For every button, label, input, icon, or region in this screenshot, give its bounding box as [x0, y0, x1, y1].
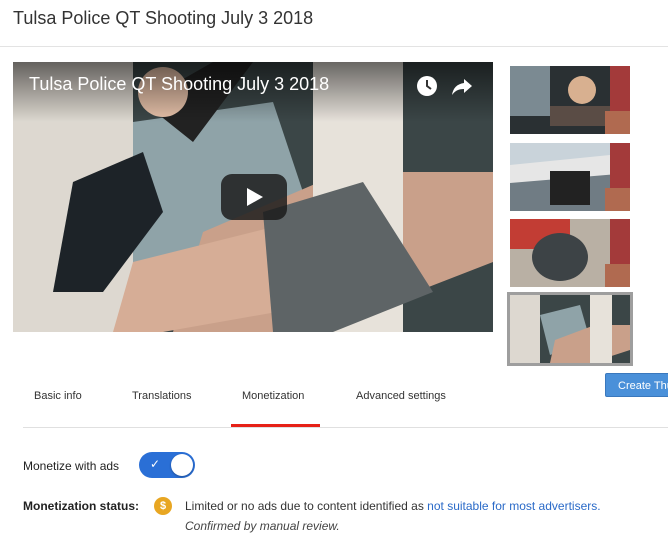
thumbnail-option-3[interactable] — [510, 219, 630, 287]
toggle-knob — [171, 454, 193, 476]
create-thumbnail-button[interactable]: Create Thu — [605, 373, 668, 397]
tab-advanced-settings[interactable]: Advanced settings — [356, 390, 446, 402]
status-message: Limited or no ads due to content identif… — [185, 499, 424, 513]
page-title: Tulsa Police QT Shooting July 3 2018 — [13, 8, 314, 28]
monetization-status-text: Limited or no ads due to content identif… — [185, 499, 601, 513]
watch-later-icon[interactable] — [416, 75, 438, 97]
thumbnail-option-4[interactable] — [507, 292, 633, 366]
thumbnail-option-1[interactable] — [510, 66, 630, 134]
thumbnail-option-2[interactable] — [510, 143, 630, 211]
checkmark-icon: ✓ — [150, 457, 161, 471]
monetization-status-label: Monetization status: — [23, 499, 139, 513]
dollar-coin-icon: $ — [154, 497, 172, 515]
thumbnail-image — [510, 219, 630, 287]
title-divider — [0, 46, 668, 47]
monetize-label: Monetize with ads — [23, 459, 120, 473]
tabs-divider — [23, 427, 668, 428]
play-button[interactable] — [221, 174, 287, 220]
status-confirmation-note: Confirmed by manual review. — [185, 519, 340, 533]
tab-basic-info[interactable]: Basic info — [34, 390, 82, 402]
share-icon[interactable] — [451, 75, 473, 97]
play-icon — [247, 188, 263, 206]
thumbnail-image — [510, 66, 630, 134]
not-suitable-link[interactable]: not suitable for most advertisers. — [427, 499, 600, 513]
player-title[interactable]: Tulsa Police QT Shooting July 3 2018 — [29, 74, 329, 95]
thumbnail-image — [510, 143, 630, 211]
video-player[interactable]: Tulsa Police QT Shooting July 3 2018 — [13, 62, 493, 332]
tab-translations[interactable]: Translations — [132, 390, 192, 402]
monetize-toggle[interactable]: ✓ — [139, 452, 195, 478]
tab-monetization[interactable]: Monetization — [242, 390, 304, 402]
thumbnail-image — [510, 295, 630, 363]
